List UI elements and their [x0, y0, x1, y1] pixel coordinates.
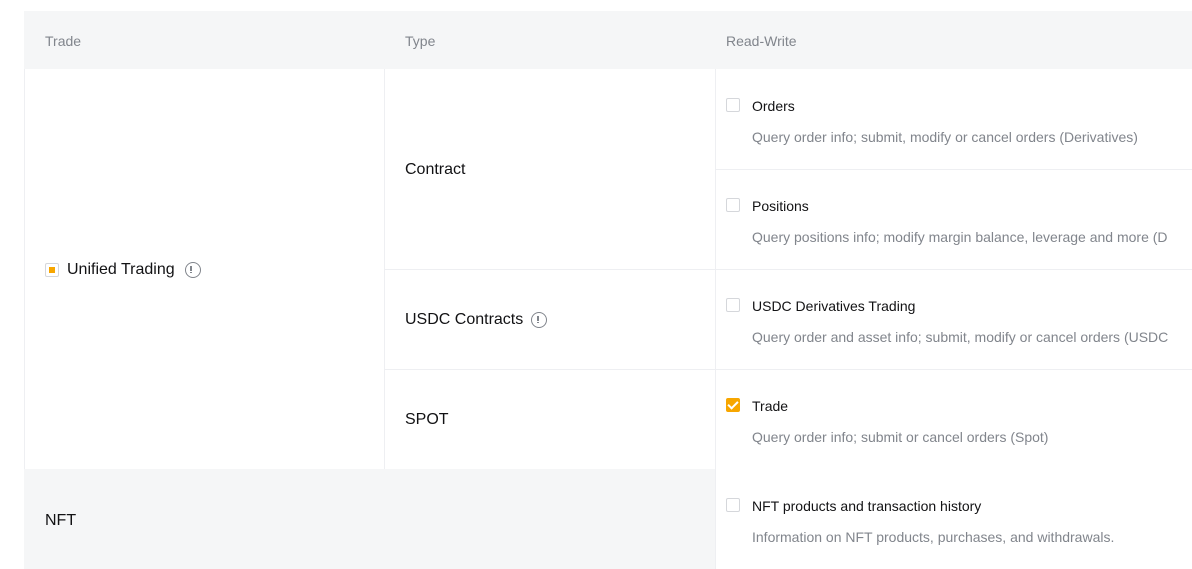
type-label: USDC Contracts [405, 311, 524, 328]
divider [715, 469, 716, 569]
nft-permission-cell [715, 469, 1192, 569]
permission-desc: Information on NFT products, purchases, … [752, 529, 1115, 545]
permission-desc: Query order info; submit, modify or canc… [752, 129, 1138, 145]
permission-title: Orders [752, 98, 795, 114]
type-usdc-contracts: USDC Contracts [405, 310, 548, 330]
info-circle-icon[interactable] [184, 262, 201, 278]
type-spot: SPOT [405, 410, 449, 430]
group-nft: NFT [45, 511, 76, 531]
trade-checkbox[interactable] [726, 398, 740, 412]
permission-title: Positions [752, 198, 809, 214]
divider [384, 369, 1192, 370]
nft-checkbox[interactable] [726, 498, 740, 512]
info-circle-icon[interactable] [531, 312, 548, 328]
group-unified-trading[interactable]: Unified Trading [45, 260, 201, 280]
header-read-write: Read-Write [726, 33, 797, 49]
permission-title: NFT products and transaction history [752, 498, 982, 514]
divider [384, 269, 1192, 270]
permission-desc: Query positions info; modify margin bala… [752, 229, 1168, 245]
api-permissions-table: Trade Type Read-Write Unified Trading Co… [24, 11, 1192, 569]
positions-checkbox[interactable] [726, 198, 740, 212]
divider [715, 169, 1192, 170]
usdc-derivatives-checkbox[interactable] [726, 298, 740, 312]
orders-checkbox[interactable] [726, 98, 740, 112]
table-header: Trade Type Read-Write [24, 11, 1192, 69]
type-label: Contract [405, 161, 466, 178]
divider [24, 69, 25, 469]
header-trade: Trade [45, 33, 82, 49]
group-label: Unified Trading [67, 261, 175, 278]
group-label: NFT [45, 512, 77, 529]
type-contract: Contract [405, 160, 465, 180]
permission-desc: Query order and asset info; submit, modi… [752, 329, 1169, 345]
header-type: Type [405, 33, 436, 49]
permission-title: Trade [752, 398, 789, 414]
permission-desc: Query order info; submit or cancel order… [752, 429, 1049, 445]
permission-title: USDC Derivatives Trading [752, 298, 916, 314]
type-label: SPOT [405, 411, 449, 428]
unified-trading-checkbox[interactable] [45, 263, 59, 277]
